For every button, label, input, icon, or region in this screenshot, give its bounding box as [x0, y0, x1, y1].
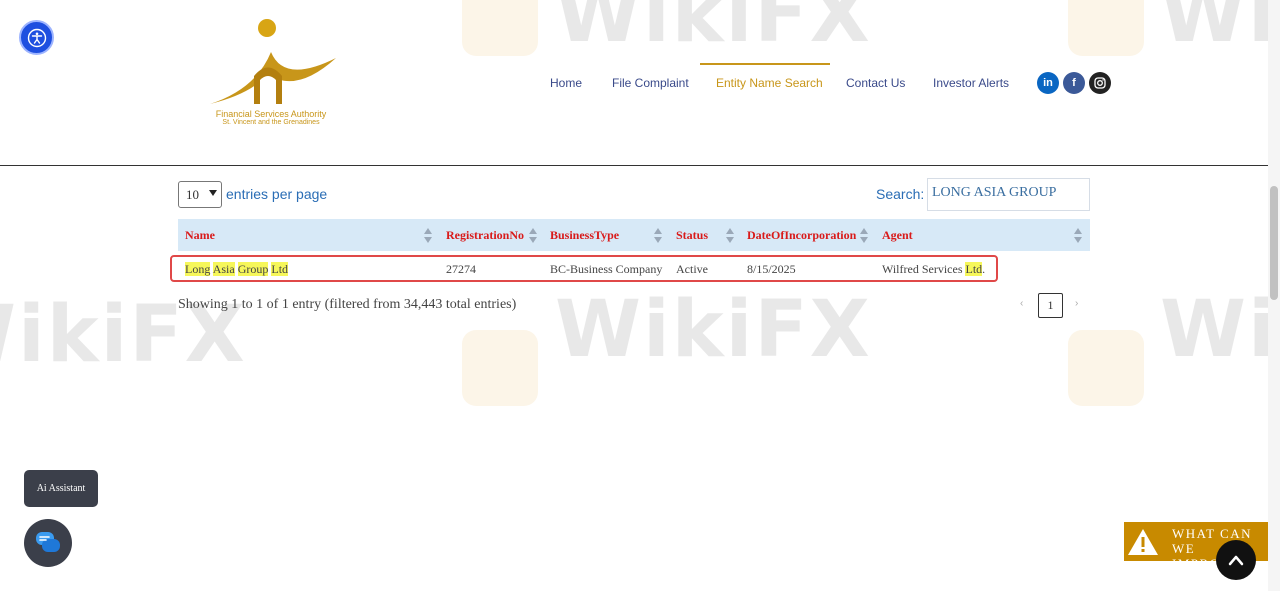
fsa-logo-emblem — [210, 19, 336, 104]
watermark-text: WikiFX — [1160, 0, 1280, 60]
sort-icon[interactable] — [529, 228, 537, 243]
column-header-name[interactable]: Name — [185, 228, 215, 243]
watermark-text: WikiFX — [555, 285, 872, 375]
search-label: Search: — [876, 186, 925, 202]
sort-icon[interactable] — [1074, 228, 1082, 243]
nav-home[interactable]: Home — [550, 76, 582, 90]
watermark-logo — [462, 330, 538, 406]
feedback-line-1: WHAT CAN — [1172, 526, 1253, 541]
entries-per-page-label: entries per page — [226, 186, 328, 202]
pagination-page-1[interactable]: 1 — [1038, 293, 1063, 318]
scrollbar-thumb[interactable] — [1270, 186, 1278, 300]
column-header-status[interactable]: Status — [676, 228, 708, 243]
watermark-text: WikiFX — [1160, 285, 1280, 375]
instagram-glyph-icon — [1094, 77, 1106, 89]
column-header-agent[interactable]: Agent — [882, 228, 913, 243]
logo-title: Financial Services Authority — [215, 109, 327, 119]
entries-per-page-value: 10 — [186, 186, 199, 202]
warning-icon — [1128, 529, 1158, 555]
logo-subtitle: St. Vincent and the Grenadines — [222, 119, 320, 126]
highlight-annotation-box — [170, 255, 998, 282]
watermark-logo — [462, 0, 538, 56]
chevron-down-icon — [209, 190, 217, 196]
facebook-icon[interactable]: f — [1063, 72, 1085, 94]
column-header-date[interactable]: DateOfIncorporation — [747, 228, 856, 243]
linkedin-icon[interactable]: in — [1037, 72, 1059, 94]
instagram-icon[interactable] — [1089, 72, 1111, 94]
table-header: Name RegistrationNo BusinessType Status … — [178, 219, 1090, 251]
sort-icon[interactable] — [424, 228, 432, 243]
fsa-logo[interactable]: Financial Services Authority St. Vincent… — [196, 14, 346, 130]
active-nav-indicator — [700, 63, 830, 65]
accessibility-button[interactable] — [19, 20, 54, 55]
search-input[interactable]: LONG ASIA GROUP — [927, 178, 1090, 211]
nav-file-complaint[interactable]: File Complaint — [612, 76, 689, 90]
chat-icon — [36, 532, 60, 552]
ai-assistant-tooltip: Ai Assistant — [24, 470, 98, 507]
column-header-business-type[interactable]: BusinessType — [550, 228, 619, 243]
nav-contact-us[interactable]: Contact Us — [846, 76, 905, 90]
nav-investor-alerts[interactable]: Investor Alerts — [933, 76, 1009, 90]
watermark-logo — [1068, 0, 1144, 56]
chat-button[interactable] — [24, 519, 72, 567]
sort-icon[interactable] — [726, 228, 734, 243]
table-info: Showing 1 to 1 of 1 entry (filtered from… — [178, 297, 517, 312]
entries-per-page-select[interactable]: 10 — [178, 181, 222, 208]
sort-icon[interactable] — [860, 228, 868, 243]
watermark-logo — [1068, 330, 1144, 406]
sort-icon[interactable] — [654, 228, 662, 243]
accessibility-icon — [27, 28, 46, 47]
header-divider — [0, 165, 1268, 166]
column-header-registration[interactable]: RegistrationNo — [446, 228, 524, 243]
pagination-next[interactable]: › — [1075, 298, 1078, 309]
chevron-up-icon — [1228, 555, 1244, 566]
nav-entity-name-search[interactable]: Entity Name Search — [716, 76, 823, 90]
watermark-text: WikiFX — [555, 0, 872, 60]
pagination-prev[interactable]: ‹ — [1020, 298, 1023, 309]
back-to-top-button[interactable] — [1216, 540, 1256, 580]
